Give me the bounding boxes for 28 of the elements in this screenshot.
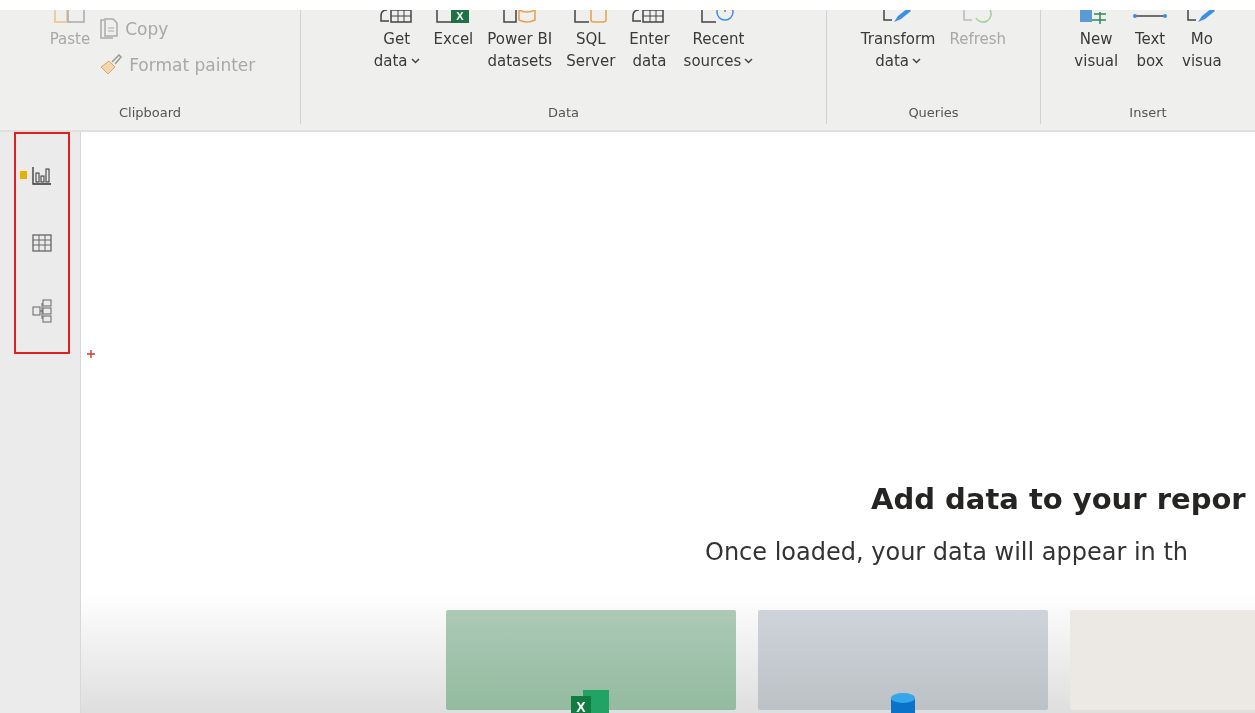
model-icon — [32, 299, 52, 323]
chevron-down-icon — [912, 58, 922, 64]
group-label: Data — [546, 105, 580, 122]
group-label: Insert — [1128, 105, 1168, 122]
empty-state-subtitle: Once loaded, your data will appear in th — [704, 538, 1190, 566]
chevron-down-icon — [410, 58, 420, 64]
plus-icon — [87, 350, 95, 358]
ribbon-button[interactable]: SQL Server — [561, 10, 621, 105]
ribbon-button[interactable]: X Excel — [428, 10, 479, 105]
ribbon-button[interactable]: Power BI datasets — [482, 10, 558, 105]
ribbon-button[interactable]: Text box — [1127, 10, 1174, 105]
table-icon — [378, 10, 415, 24]
copy-icon — [99, 18, 120, 40]
paintbrush-icon — [99, 54, 124, 76]
group-label: Clipboard — [117, 105, 183, 122]
clock-icon — [700, 10, 737, 24]
ribbon-button[interactable]: New visual — [1069, 10, 1124, 105]
ribbon-button[interactable]: Get data — [368, 10, 425, 105]
excel-card[interactable]: X — [446, 610, 736, 710]
ribbon-button[interactable]: Transform data — [855, 10, 941, 105]
chevron-down-icon — [744, 58, 754, 64]
ribbon-button[interactable]: Enter data — [624, 10, 675, 105]
empty-state-heading: Add data to your repor — [870, 482, 1247, 516]
ribbon-button[interactable]: Recent sources — [678, 10, 759, 105]
group-label: Queries — [907, 105, 960, 122]
ribbon-button[interactable]: Mo visua — [1177, 10, 1227, 105]
table-icon — [32, 234, 52, 252]
bar-chart-icon — [32, 165, 52, 185]
